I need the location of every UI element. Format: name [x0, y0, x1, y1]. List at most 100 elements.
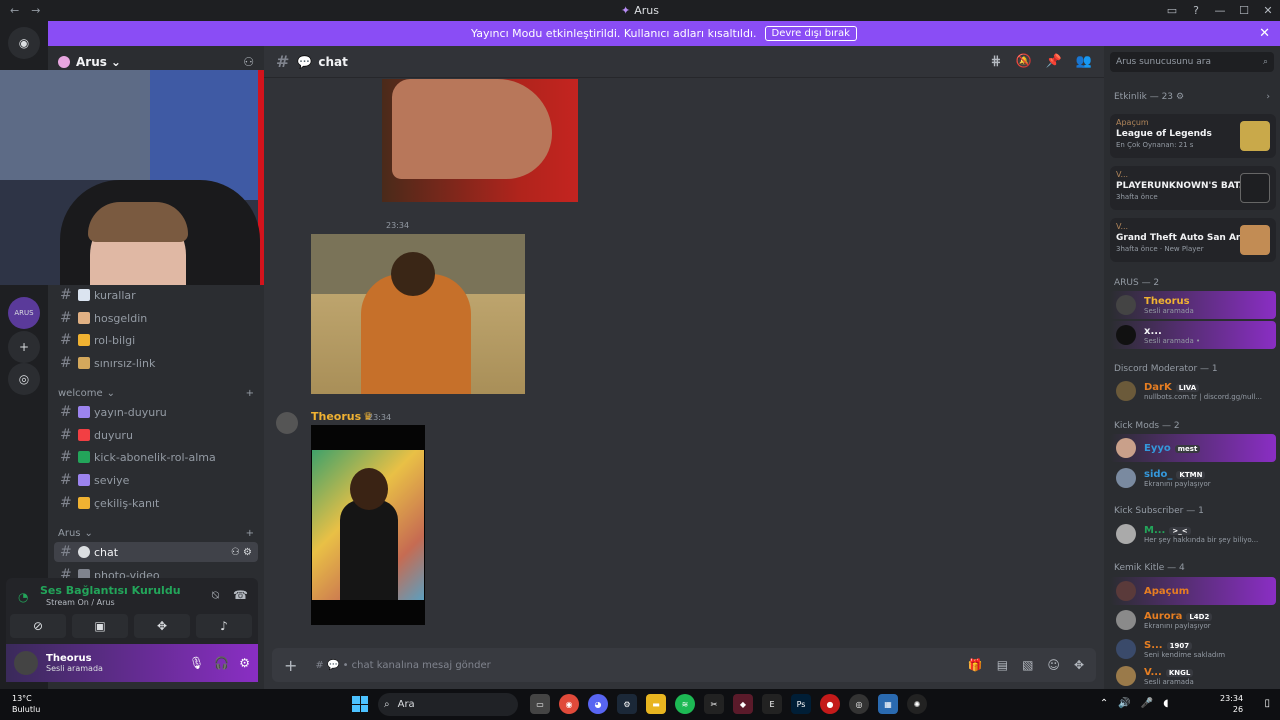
- member-item[interactable]: Aurora L4D2 Ekranını paylaşıyor: [1110, 606, 1276, 634]
- activity-card[interactable]: V... PLAYERUNKNOWN'S BAT... 3hafta önce: [1110, 166, 1276, 210]
- screen-share-button[interactable]: ▣: [72, 614, 128, 638]
- steam-icon[interactable]: ⚙: [617, 694, 637, 714]
- windows-start-icon[interactable]: [352, 696, 368, 712]
- clock[interactable]: 23:34 26: [1220, 693, 1243, 715]
- channel-settings-icon[interactable]: ⚇ ⚙: [231, 547, 252, 558]
- activities-button[interactable]: ✥: [134, 614, 190, 638]
- search-input[interactable]: Arus sunucusunu ara ⌕: [1110, 52, 1274, 72]
- channel-kick-abonelik[interactable]: # kick-abonelik-rol-alma: [54, 447, 258, 467]
- chevron-up-icon[interactable]: ⌃: [1100, 698, 1108, 709]
- close-button[interactable]: ✕: [1256, 4, 1280, 17]
- spotify-icon[interactable]: ≋: [675, 694, 695, 714]
- speaker-icon[interactable]: ◖: [1163, 698, 1168, 709]
- member-item[interactable]: V... KNGL Sesli aramada: [1110, 662, 1276, 689]
- discord-home-icon[interactable]: ◉: [8, 27, 40, 59]
- group-header: Kemik Kitle — 4: [1114, 563, 1185, 573]
- avatar[interactable]: [14, 651, 38, 675]
- inbox-icon[interactable]: ▭: [1160, 4, 1184, 17]
- message-image[interactable]: [311, 234, 525, 394]
- channel-sinirsiz-link[interactable]: # sınırsız-link: [54, 353, 258, 373]
- streamer-hair: [88, 202, 188, 242]
- epic-games-icon[interactable]: E: [762, 694, 782, 714]
- message-timestamp: 23:34: [386, 221, 410, 230]
- app-blue-icon[interactable]: ▦: [878, 694, 898, 714]
- channel-hosgeldin[interactable]: # hosgeldin: [54, 308, 258, 328]
- member-item[interactable]: DarK LIVA nullbots.com.tr | discord.gg/nul…: [1110, 377, 1276, 405]
- channel-duyuru[interactable]: # duyuru: [54, 425, 258, 445]
- app-red-icon[interactable]: ●: [820, 694, 840, 714]
- activity-header[interactable]: Etkinlik — 23 ⚙ ›: [1114, 92, 1270, 102]
- taskbar-search[interactable]: ⌕ Ara: [378, 693, 518, 716]
- member-item[interactable]: M... >_< Her şey hakkında bir şey biliyo..…: [1110, 520, 1276, 548]
- capcut-icon[interactable]: ✂: [704, 694, 724, 714]
- message-image[interactable]: [382, 79, 578, 202]
- member-list-icon[interactable]: 👥: [1076, 54, 1092, 69]
- activity-card[interactable]: V... Grand Theft Auto San Andr... 3hafta…: [1110, 218, 1276, 262]
- notification-icon[interactable]: ▯: [1264, 698, 1270, 709]
- voice-channel[interactable]: Stream On / Arus: [46, 598, 115, 607]
- attach-plus-icon[interactable]: +: [284, 656, 297, 675]
- member-item[interactable]: Theorus Sesli aramada: [1110, 291, 1276, 319]
- server-icon-arus[interactable]: ARUS: [8, 297, 40, 329]
- text-channel-icon: #: [60, 287, 72, 303]
- member-item[interactable]: sido_ KTMN Ekranını paylaşıyor: [1110, 464, 1276, 492]
- sticker-icon[interactable]: ▧: [1022, 658, 1033, 672]
- discord-icon[interactable]: ◕: [588, 694, 608, 714]
- member-item[interactable]: Eyyo mest: [1110, 434, 1276, 462]
- add-server-icon[interactable]: +: [8, 331, 40, 363]
- maximize-button[interactable]: ☐: [1232, 4, 1256, 17]
- file-icon[interactable]: ▭: [530, 694, 550, 714]
- folder-icon[interactable]: ▬: [646, 694, 666, 714]
- gift-icon[interactable]: 🎁: [968, 658, 983, 672]
- message-author[interactable]: Theorus ♛: [311, 410, 373, 423]
- mic-icon[interactable]: 🎤: [1141, 698, 1153, 709]
- settings-gear-icon[interactable]: ⚙: [239, 656, 250, 670]
- disable-streamer-mode-button[interactable]: Devre dışı bırak: [764, 26, 857, 41]
- photoshop-icon[interactable]: Ps: [791, 694, 811, 714]
- headphones-icon[interactable]: 🎧: [214, 656, 229, 670]
- back-arrow-icon[interactable]: ←: [10, 4, 19, 17]
- channel-yayin-duyuru[interactable]: # yayın-duyuru: [54, 402, 258, 422]
- message-image[interactable]: [311, 425, 425, 625]
- category-welcome[interactable]: welcome ⌄ +: [58, 388, 254, 399]
- channel-kurallar[interactable]: # kurallar: [54, 285, 258, 305]
- message-input[interactable]: # 💬 • chat kanalına mesaj gönder: [315, 660, 490, 671]
- volume-icon[interactable]: 🔊: [1118, 698, 1130, 709]
- noise-suppression-icon[interactable]: ⍉: [212, 588, 219, 603]
- forward-arrow-icon[interactable]: →: [31, 4, 40, 17]
- close-banner-icon[interactable]: ✕: [1259, 26, 1270, 41]
- emoji-icon[interactable]: ☺: [1047, 658, 1060, 672]
- channel-chat[interactable]: # chat ⚇ ⚙: [54, 542, 258, 562]
- avatar[interactable]: [276, 412, 298, 434]
- apps-icon[interactable]: ✥: [1074, 658, 1084, 672]
- obs-icon[interactable]: ◎: [849, 694, 869, 714]
- invite-people-icon[interactable]: ⚇: [243, 55, 254, 69]
- member-item[interactable]: Apaçum: [1110, 577, 1276, 605]
- member-name: V...: [1144, 666, 1162, 678]
- minimize-button[interactable]: —: [1208, 4, 1232, 17]
- camera-off-button[interactable]: ⊘: [10, 614, 66, 638]
- app-icon[interactable]: ◆: [733, 694, 753, 714]
- threads-icon[interactable]: ⋕: [991, 54, 1002, 69]
- gif-icon[interactable]: ▤: [997, 658, 1008, 672]
- add-channel-icon[interactable]: +: [246, 388, 254, 399]
- channel-rol-bilgi[interactable]: # rol-bilgi: [54, 330, 258, 350]
- steelseries-icon[interactable]: ✺: [907, 694, 927, 714]
- activity-card[interactable]: Apaçum League of Legends En Çok Oynanan:…: [1110, 114, 1276, 158]
- channel-cekilis-kanit[interactable]: # çekiliş-kanıt: [54, 493, 258, 513]
- discover-icon[interactable]: ◎: [8, 363, 40, 395]
- microphone-icon[interactable]: 🎙: [189, 656, 204, 670]
- chrome-icon[interactable]: ◉: [559, 694, 579, 714]
- channel-seviye[interactable]: # seviye: [54, 470, 258, 490]
- soundboard-button[interactable]: ♪: [196, 614, 252, 638]
- notification-bell-icon[interactable]: 🔕: [1015, 54, 1031, 69]
- category-arus[interactable]: Arus ⌄ +: [58, 528, 254, 539]
- help-icon[interactable]: ?: [1184, 4, 1208, 17]
- voice-status[interactable]: Ses Bağlantısı Kuruldu: [40, 584, 181, 597]
- member-item[interactable]: x... Sesli aramada •: [1110, 321, 1276, 349]
- pin-icon[interactable]: 📌: [1046, 54, 1062, 69]
- add-channel-icon[interactable]: +: [246, 528, 254, 539]
- member-item[interactable]: S... 1907 Seni kendime sakladım: [1110, 635, 1276, 663]
- disconnect-icon[interactable]: ☎: [233, 588, 248, 603]
- weather-widget[interactable]: 13°C Bulutlu: [12, 693, 40, 715]
